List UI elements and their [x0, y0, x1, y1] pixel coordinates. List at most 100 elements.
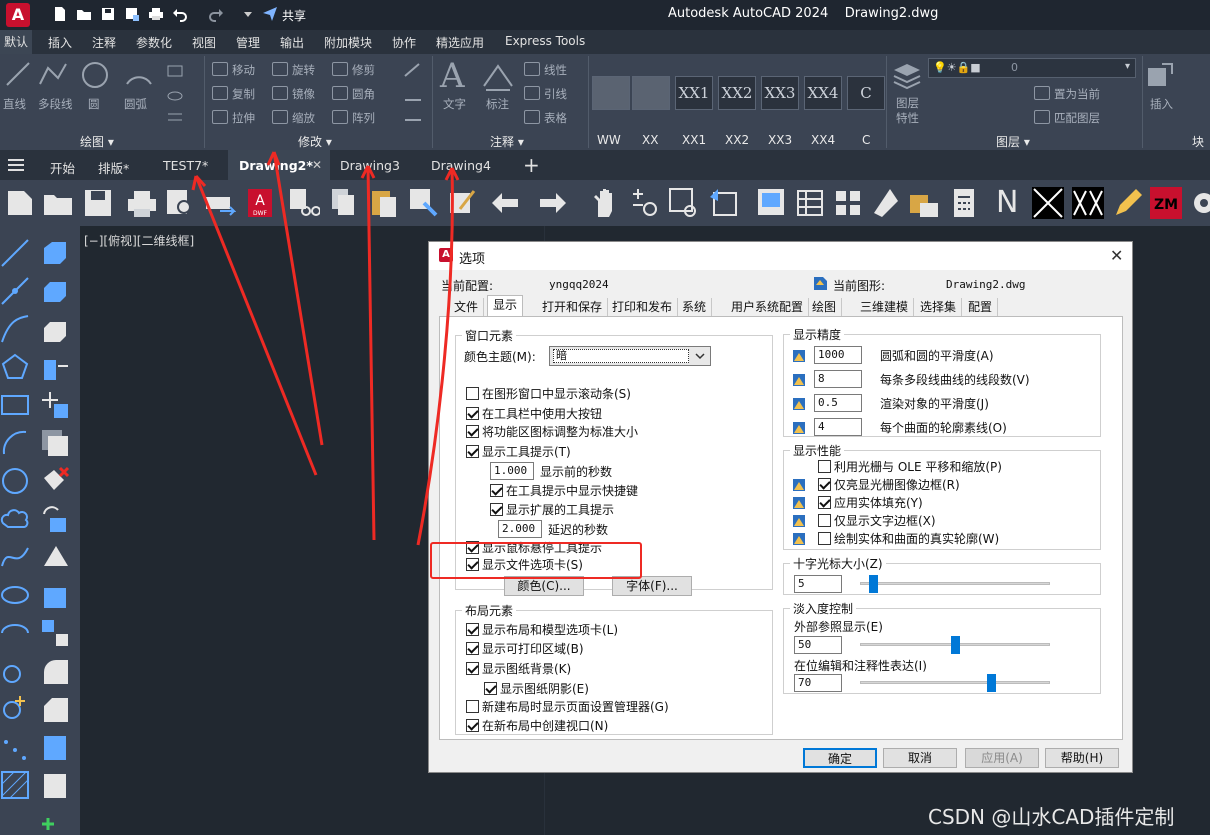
xx3-block[interactable]: XX3: [761, 76, 799, 110]
tool-palettes-icon[interactable]: [832, 187, 864, 219]
open-icon[interactable]: [42, 187, 74, 219]
chamfer-tool-icon[interactable]: [40, 694, 70, 724]
modify-move[interactable]: 移动: [212, 62, 255, 78]
properties-icon[interactable]: [756, 187, 788, 219]
new-tab-plus-icon[interactable]: +: [523, 153, 540, 177]
crosshair-slider-track[interactable]: [860, 582, 1050, 585]
arc-icon[interactable]: [124, 60, 154, 88]
zm-plugin-icon[interactable]: ZM: [1150, 187, 1182, 219]
xx-plugin-icon[interactable]: [1072, 187, 1104, 219]
apply-button[interactable]: 应用(A): [965, 748, 1039, 768]
pencil-plugin-icon[interactable]: [1112, 187, 1144, 219]
redo-icon[interactable]: [208, 6, 224, 22]
save-icon[interactable]: [100, 6, 116, 22]
file-tab-drawing2[interactable]: Drawing2* ✕: [228, 150, 330, 180]
scale-tool-icon[interactable]: [40, 542, 70, 572]
new-icon[interactable]: [4, 187, 36, 219]
close-icon[interactable]: ✕: [1110, 246, 1123, 265]
checkbox-create-viewport[interactable]: [466, 719, 479, 732]
share-icon[interactable]: [262, 6, 278, 22]
polygon-tool-icon[interactable]: [0, 352, 30, 382]
checkbox-ribbon-icons[interactable]: [466, 425, 479, 438]
redo-toolbar-icon[interactable]: [536, 187, 568, 219]
dialog-title-bar[interactable]: A 选项 ✕: [429, 242, 1132, 270]
layer-match[interactable]: 匹配图层: [1034, 110, 1100, 126]
undo-toolbar-icon[interactable]: [490, 187, 522, 219]
checkbox-extended-tooltips[interactable]: [490, 503, 503, 516]
modify-panel-label[interactable]: 修改 ▾: [298, 133, 332, 150]
calculator-icon[interactable]: [948, 187, 980, 219]
autocad-logo[interactable]: A: [6, 3, 30, 27]
crosshair-size-input[interactable]: 5: [794, 575, 842, 593]
customize-arrow-icon[interactable]: [240, 6, 256, 22]
render-smoothness-input[interactable]: 0.5: [814, 394, 862, 412]
layer-combo[interactable]: 💡☀🔒■ 0 ▾: [928, 58, 1136, 78]
modify-trim[interactable]: 修剪: [332, 62, 375, 78]
checkbox-true-silhouettes[interactable]: [818, 532, 831, 545]
rotate-tool-icon[interactable]: [40, 504, 70, 534]
dwf-icon[interactable]: ADWF: [244, 187, 276, 219]
draw-extra-tools-icon[interactable]: [166, 62, 194, 142]
xx1-block[interactable]: XX1: [675, 76, 713, 110]
hatch-icon[interactable]: [0, 770, 30, 800]
ribbon-tab-parametric[interactable]: 参数化: [136, 34, 172, 51]
zoom-realtime-icon[interactable]: [630, 187, 662, 219]
inplace-slider-thumb[interactable]: [986, 674, 996, 692]
checkbox-page-setup-manager[interactable]: [466, 700, 479, 713]
modify-copy[interactable]: 复制: [212, 86, 255, 102]
draw-polyline-label[interactable]: 多段线: [38, 96, 73, 112]
modify-fillet[interactable]: 圆角: [332, 86, 375, 102]
colors-button[interactable]: 颜色(C)...: [504, 576, 584, 596]
draw-line-label[interactable]: 直线: [3, 96, 26, 112]
checkbox-large-buttons[interactable]: [466, 407, 479, 420]
ribbon-tab-view[interactable]: 视图: [192, 34, 216, 51]
rectangle-tool-icon[interactable]: [0, 390, 30, 420]
polyline-icon[interactable]: [38, 60, 68, 88]
add-tool-icon[interactable]: [40, 816, 70, 835]
file-tab-drawing3[interactable]: Drawing3: [340, 158, 400, 173]
tab-plot-publish[interactable]: 打印和发布: [607, 298, 679, 316]
annotation-text-label[interactable]: 文字: [443, 96, 466, 112]
stretch-tool-icon[interactable]: [40, 580, 70, 610]
ribbon-tab-manage[interactable]: 管理: [236, 34, 260, 51]
arc-tool-icon[interactable]: [0, 428, 30, 458]
line-icon[interactable]: [4, 60, 32, 88]
publish-icon[interactable]: [204, 187, 236, 219]
spline-icon[interactable]: [0, 542, 30, 572]
mirror-tool-icon[interactable]: [40, 314, 70, 344]
circle-tool-icon[interactable]: [0, 466, 30, 496]
polyline-segments-input[interactable]: 8: [814, 370, 862, 388]
open-file-icon[interactable]: [76, 6, 92, 22]
ok-button[interactable]: 确定: [803, 748, 877, 768]
save-toolbar-icon[interactable]: [82, 187, 114, 219]
draw-arc-label[interactable]: 圆弧: [124, 96, 147, 112]
checkbox-scrollbars[interactable]: [466, 387, 479, 400]
crosshair-slider-thumb[interactable]: [869, 575, 879, 593]
annotation-dimension-label[interactable]: 标注: [486, 96, 509, 112]
tab-profiles[interactable]: 配置: [963, 298, 999, 316]
ribbon-tab-collaborate[interactable]: 协作: [392, 34, 416, 51]
layer-set-current[interactable]: 置为当前: [1034, 86, 1100, 102]
annotation-table[interactable]: 表格: [524, 110, 567, 126]
ribbon-tab-insert[interactable]: 插入: [48, 34, 72, 51]
checkbox-paper-shadow[interactable]: [484, 682, 497, 695]
construction-line-icon[interactable]: [0, 276, 30, 306]
modify-array[interactable]: 阵列: [332, 110, 375, 126]
annotation-panel-label[interactable]: 注释 ▾: [490, 133, 524, 150]
layer-panel-label[interactable]: 图层 ▾: [996, 133, 1030, 150]
annotation-leader[interactable]: 引线: [524, 86, 567, 102]
settings-gear-icon[interactable]: [1188, 187, 1210, 219]
file-tab-layout[interactable]: 排版*: [98, 158, 129, 177]
file-tab-start[interactable]: 开始: [50, 158, 75, 177]
cut-icon[interactable]: [288, 187, 320, 219]
modify-scale[interactable]: 缩放: [272, 110, 315, 126]
checkbox-paper-background[interactable]: [466, 662, 479, 675]
modify-stretch[interactable]: 拉伸: [212, 110, 255, 126]
checkbox-show-shortcut[interactable]: [490, 484, 503, 497]
array-tool-icon[interactable]: [40, 428, 70, 458]
file-tab-test7[interactable]: TEST7*: [163, 158, 208, 173]
draw-line-tool-icon[interactable]: [0, 238, 30, 268]
contour-lines-input[interactable]: 4: [814, 418, 862, 436]
insert-block-icon[interactable]: [1146, 60, 1176, 90]
ellipse-arc-icon[interactable]: [0, 618, 30, 648]
